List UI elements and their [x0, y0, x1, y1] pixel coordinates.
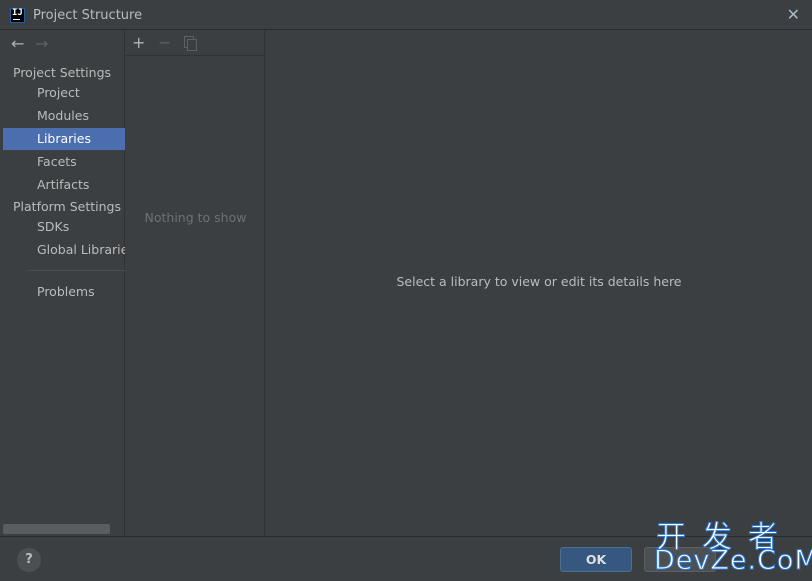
ok-button[interactable]: OK — [560, 547, 632, 572]
sidebar-item-libraries[interactable]: Libraries — [3, 128, 125, 150]
history-navigation: ← → — [11, 34, 59, 54]
sidebar-item-modules[interactable]: Modules — [3, 105, 125, 127]
intellij-app-icon: IJ — [10, 8, 25, 23]
library-details-pane: Select a library to view or edit its det… — [266, 30, 812, 536]
close-icon[interactable]: ✕ — [787, 5, 800, 24]
forward-arrow-icon[interactable]: → — [35, 34, 59, 53]
back-arrow-icon[interactable]: ← — [11, 34, 35, 53]
library-list-pane: + − Nothing to show — [126, 30, 265, 536]
title-bar: IJ Project Structure ✕ — [0, 0, 812, 30]
sidebar-horizontal-scrollbar[interactable] — [3, 524, 110, 534]
add-icon[interactable]: + — [132, 33, 145, 53]
window-title: Project Structure — [33, 8, 143, 23]
cancel-button[interactable] — [644, 547, 716, 572]
copy-icon[interactable] — [184, 36, 197, 51]
dialog-footer: ? OK — [0, 536, 812, 581]
details-hint: Select a library to view or edit its det… — [396, 274, 682, 289]
library-list-toolbar: + − — [126, 30, 265, 56]
remove-icon[interactable]: − — [158, 33, 171, 53]
sidebar-divider — [27, 270, 125, 271]
sidebar-item-problems[interactable]: Problems — [3, 281, 125, 303]
platform-settings-header: Platform Settings — [13, 199, 121, 214]
empty-list-message: Nothing to show — [144, 210, 247, 225]
project-settings-header: Project Settings — [13, 65, 112, 80]
settings-sidebar: ← → Project Settings Project Modules Libr… — [3, 30, 125, 536]
sidebar-item-sdks[interactable]: SDKs — [3, 216, 125, 238]
sidebar-item-artifacts[interactable]: Artifacts — [3, 174, 125, 196]
sidebar-item-project[interactable]: Project — [3, 82, 125, 104]
help-icon[interactable]: ? — [17, 548, 41, 572]
sidebar-item-facets[interactable]: Facets — [3, 151, 125, 173]
sidebar-item-global-libraries[interactable]: Global Libraries — [3, 239, 125, 261]
